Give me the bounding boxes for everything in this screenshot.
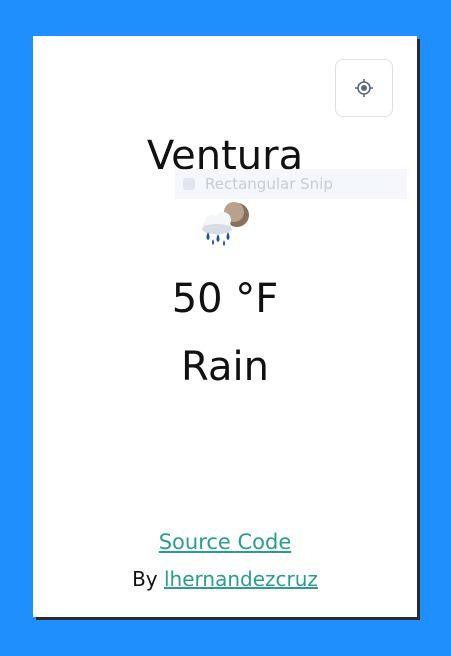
by-label: By <box>132 567 164 591</box>
temperature: 50 °F <box>171 276 279 322</box>
rain-cloud-icon <box>202 202 249 246</box>
weather-card: Ventura Rectangular Snip 50 °F Rain Sour… <box>33 36 417 617</box>
source-code-row: Source Code <box>33 528 417 556</box>
author-credit: By lhernandezcruz <box>33 565 417 593</box>
snip-label: Rectangular Snip <box>205 175 333 193</box>
rectangular-snip-overlay: Rectangular Snip <box>175 169 407 199</box>
source-code-link[interactable]: Source Code <box>159 530 292 554</box>
weather-condition: Rain <box>181 344 269 390</box>
author-link[interactable]: lhernandezcruz <box>164 567 318 591</box>
locate-button[interactable] <box>335 59 393 117</box>
snip-icon <box>183 178 195 190</box>
crosshair-icon <box>355 79 373 97</box>
